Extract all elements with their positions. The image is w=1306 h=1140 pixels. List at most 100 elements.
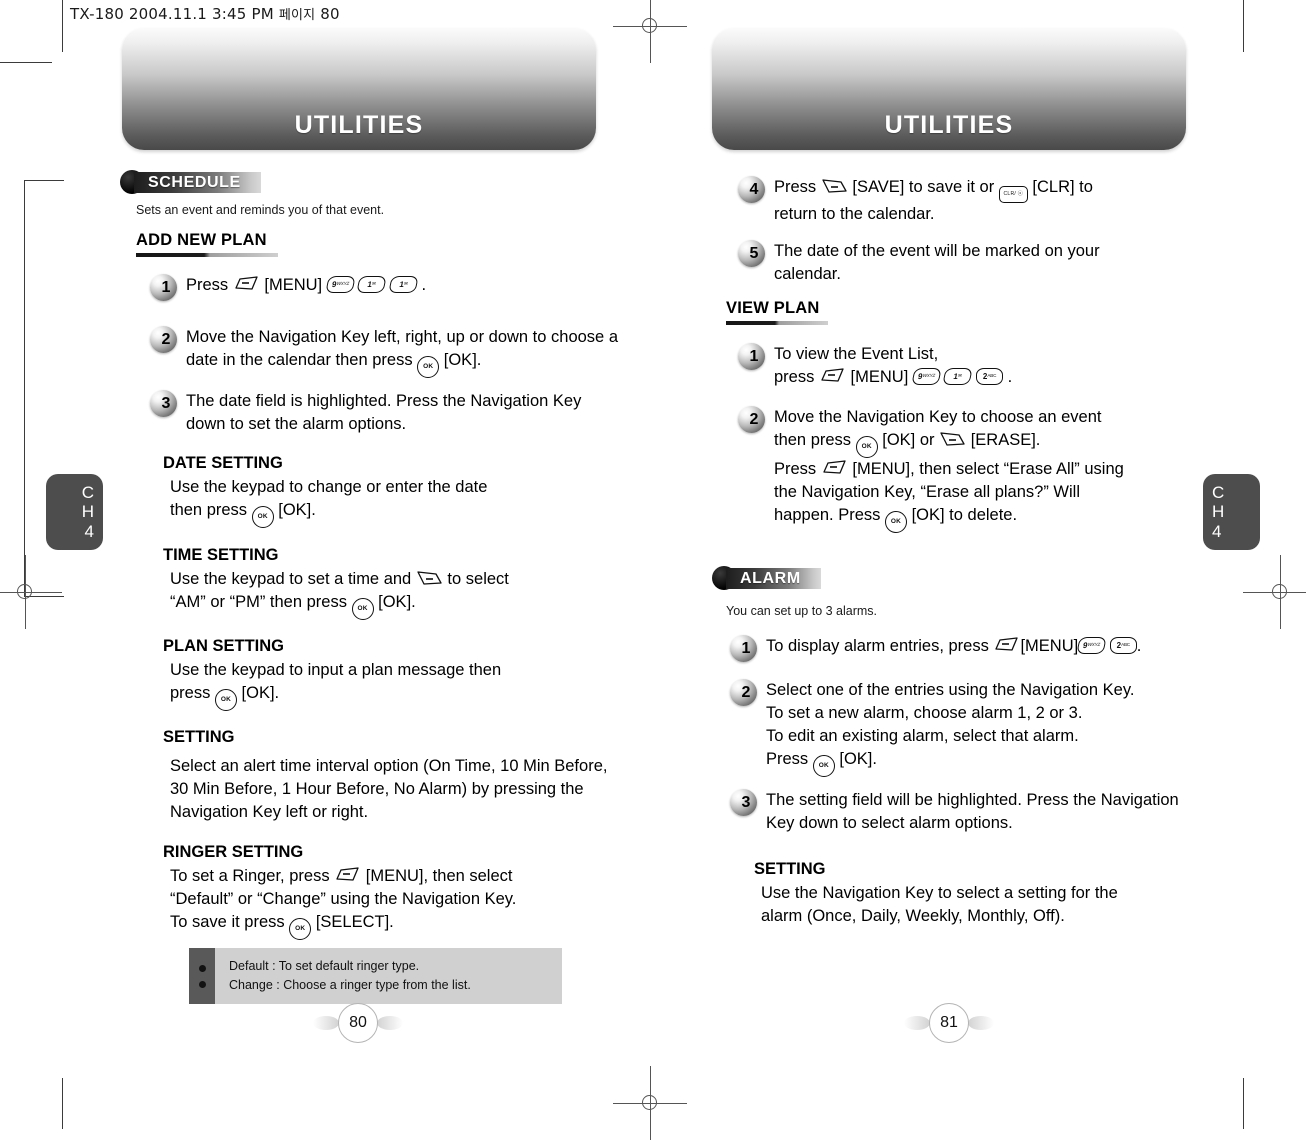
chapter-tab-right: C H 4 (1203, 474, 1260, 550)
page-gutter-left-vertical (24, 180, 25, 596)
step-number-bullet: 1 (738, 343, 765, 370)
step-number-bullet: 5 (738, 240, 765, 267)
alarm-step-1-b: [MENU] (1020, 637, 1079, 655)
step-number: 1 (741, 640, 751, 657)
chapter-tab-number: 4 (84, 522, 94, 541)
scan-header-stamp: TX-180 2004.11.1 3:45 PM 페이지 80 (70, 4, 340, 23)
view-step-2-text: Move the Navigation Key to choose an eve… (774, 406, 1124, 533)
step-2-text: Move the Navigation Key left, right, up … (186, 326, 620, 378)
note-line-change: Change : Choose a ringer type from the l… (229, 978, 471, 992)
ok-key-icon: OK (855, 436, 878, 458)
alarm-step-1-c: . (1136, 637, 1142, 655)
step-number-bullet: 2 (738, 406, 765, 433)
alarm-step-2-line3: To edit an existing alarm, select that a… (766, 727, 1079, 745)
step-4-text: Press [SAVE] to save it or CLR/ ⓧ [CLR] … (774, 176, 1093, 226)
step-1-period: . (421, 276, 427, 294)
left-step-2: 2 Move the Navigation Key left, right, u… (150, 326, 620, 378)
time-setting-line2a: “AM” or “PM” then press (170, 593, 347, 611)
step-number-bullet: 1 (150, 274, 177, 301)
time-setting-block: TIME SETTING Use the keypad to set a tim… (163, 546, 593, 620)
plan-setting-line2a: press (170, 684, 211, 702)
crop-mark-bottom-right-vertical (1243, 1078, 1244, 1129)
alarm-step-2-text: Select one of the entries using the Navi… (766, 679, 1134, 777)
menu-softkey-icon (821, 460, 848, 477)
crop-mark-bottom-left-vertical (62, 1078, 63, 1129)
step-4-b: [SAVE] to save it or (852, 178, 995, 196)
date-setting-block: DATE SETTING Use the keypad to change or… (163, 454, 593, 528)
alarm-setting-line2: alarm (Once, Daily, Weekly, Monthly, Off… (761, 907, 1065, 925)
step-number: 4 (749, 181, 759, 198)
alarm-step-2-line4a: Press (766, 750, 809, 768)
alarm-badge-label: ALARM (740, 569, 801, 587)
view-step-1-period: . (1007, 368, 1013, 386)
view-step-2-line2b: [OK] or (882, 431, 935, 449)
note-box-bullet-gutter (189, 948, 215, 1004)
step-2-ok-label: [OK]. (443, 351, 482, 369)
alarm-step-1: 1 To display alarm entries, press [MENU]… (730, 635, 1200, 662)
view-step-2-line1: Move the Navigation Key to choose an eve… (774, 408, 1102, 426)
view-step-2-line4: the Navigation Key, “Erase all plans?” W… (774, 483, 1080, 501)
menu-softkey-icon (233, 276, 260, 293)
page-number-wing-left (904, 1016, 930, 1030)
plan-setting-block: PLAN SETTING Use the keypad to input a p… (163, 637, 593, 711)
key-9-icon: 9WXYZ (325, 276, 356, 293)
page-number-right: 81 (904, 1003, 994, 1043)
view-plan-step-2: 2 Move the Navigation Key to choose an e… (738, 406, 1193, 533)
view-step-2-line5b: [OK] to delete. (911, 506, 1018, 524)
left-page-banner: UTILITIES (122, 28, 596, 150)
ok-key-icon: OK (351, 598, 374, 620)
menu-softkey-icon (993, 637, 1020, 654)
view-step-2-line3a: Press (774, 460, 817, 478)
alarm-setting-block: SETTING Use the Navigation Key to select… (754, 860, 1194, 928)
alarm-setting-body: Use the Navigation Key to select a setti… (754, 882, 1194, 928)
chapter-tab-number: 4 (1212, 522, 1222, 541)
plan-setting-heading: PLAN SETTING (163, 637, 285, 655)
step-number-bullet: 4 (738, 176, 765, 203)
add-new-plan-rule (136, 253, 278, 257)
alarm-step-2-line2: To set a new alarm, choose alarm 1, 2 or… (766, 704, 1083, 722)
chapter-tab-c: C (81, 483, 94, 502)
add-new-plan-subhead: ADD NEW PLAN (136, 231, 278, 257)
right-page-banner: UTILITIES (712, 28, 1186, 150)
key-1-icon-a: 1✉ (356, 276, 387, 293)
step-4-d: return to the calendar. (774, 205, 935, 223)
note-box-text: Default : To set default ringer type. Ch… (215, 948, 481, 1004)
alarm-step-2: 2 Select one of the entries using the Na… (730, 679, 1200, 777)
scan-header-file-date: TX-180 2004.11.1 3:45 PM (70, 5, 274, 23)
add-new-plan-label: ADD NEW PLAN (136, 231, 267, 249)
scan-header-page-number: 80 (320, 5, 340, 23)
left-step-3: 3 The date field is highlighted. Press t… (150, 390, 620, 436)
chapter-tab-h: H (81, 502, 94, 521)
date-setting-line1: Use the keypad to change or enter the da… (170, 478, 488, 496)
crop-mark-top-left-horizontal (0, 62, 52, 63)
time-setting-line1a: Use the keypad to set a time and (170, 570, 412, 588)
page-number-wing-right (377, 1016, 403, 1030)
alarm-setting-heading: SETTING (754, 860, 826, 878)
step-number: 2 (741, 684, 751, 701)
menu-softkey-icon (819, 368, 846, 385)
step-number-bullet: 1 (730, 635, 757, 662)
step-number-bullet: 2 (150, 326, 177, 353)
right-step-5: 5 The date of the event will be marked o… (738, 240, 1168, 286)
step-number: 3 (161, 395, 171, 412)
ok-key-icon: OK (885, 511, 907, 533)
ringer-line2: “Default” or “Change” using the Navigati… (170, 890, 517, 908)
plan-setting-line1: Use the keypad to input a plan message t… (170, 661, 502, 679)
registration-mark-right (1243, 555, 1306, 629)
left-banner-title: UTILITIES (294, 111, 424, 139)
ok-key-icon: OK (812, 755, 835, 777)
key-1-icon-b: 1✉ (388, 276, 419, 293)
plan-setting-body: Use the keypad to input a plan message t… (163, 659, 593, 711)
registration-mark-left (0, 555, 62, 629)
registration-mark-top (613, 0, 687, 63)
alarm-step-1-a: To display alarm entries, press (766, 637, 989, 655)
step-1-text: Press [MENU] 9WXYZ 1✉ 1✉ . (186, 274, 426, 297)
schedule-badge-label: SCHEDULE (148, 173, 241, 191)
ringer-line3a: To save it press (170, 913, 285, 931)
scan-header-korean-page-label: 페이지 (278, 8, 316, 23)
step-number: 3 (741, 794, 751, 811)
menu-softkey-icon (334, 867, 361, 884)
view-step-2-line2a: then press (774, 431, 852, 449)
step-number: 2 (749, 411, 759, 428)
ringer-setting-heading: RINGER SETTING (163, 843, 304, 861)
